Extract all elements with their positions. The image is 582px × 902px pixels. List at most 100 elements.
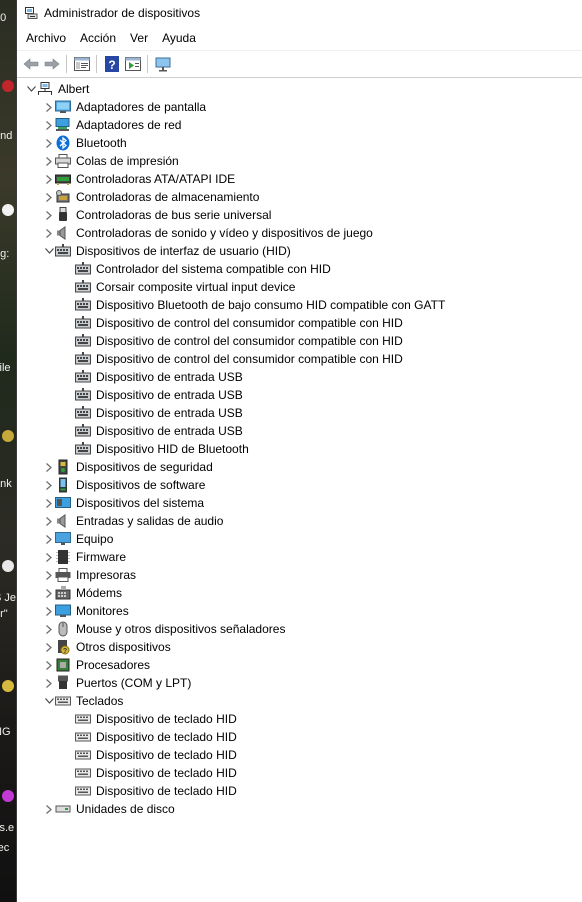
chevron-right-icon[interactable] bbox=[43, 476, 55, 494]
toolbar: ? bbox=[17, 50, 582, 78]
chevron-right-icon[interactable] bbox=[43, 674, 55, 692]
desktop-text-fragment: rec bbox=[0, 842, 10, 854]
keyboard-icon bbox=[75, 783, 91, 799]
tree-category[interactable]: Entradas y salidas de audio bbox=[17, 512, 582, 530]
tree-device[interactable]: Dispositivo Bluetooth de bajo consumo HI… bbox=[17, 296, 582, 314]
tree-category[interactable]: Módems bbox=[17, 584, 582, 602]
menu-ver[interactable]: Ver bbox=[124, 29, 154, 47]
chevron-right-icon[interactable] bbox=[43, 566, 55, 584]
tree-item-label: Dispositivo de control del consumidor co… bbox=[96, 334, 403, 348]
monitor-icon bbox=[55, 603, 71, 619]
device-manager-window: Administrador de dispositivos Archivo Acc… bbox=[16, 0, 582, 902]
tree-device[interactable]: Dispositivo HID de Bluetooth bbox=[17, 440, 582, 458]
hid-icon bbox=[75, 351, 91, 367]
tree-item-label: Módems bbox=[76, 586, 123, 600]
tree-device[interactable]: Controlador del sistema compatible con H… bbox=[17, 260, 582, 278]
tree-category[interactable]: Controladoras de bus serie universal bbox=[17, 206, 582, 224]
display-adapter-icon bbox=[55, 99, 71, 115]
tree-device[interactable]: Dispositivo de teclado HID bbox=[17, 710, 582, 728]
properties-pane-icon[interactable] bbox=[71, 54, 92, 75]
tree-category[interactable]: ? Otros dispositivos bbox=[17, 638, 582, 656]
chevron-right-icon[interactable] bbox=[43, 152, 55, 170]
desktop-text-fragment: end bbox=[0, 130, 13, 142]
tree-device[interactable]: Dispositivo de teclado HID bbox=[17, 746, 582, 764]
chevron-right-icon[interactable] bbox=[43, 800, 55, 818]
tree-category[interactable]: Dispositivos del sistema bbox=[17, 494, 582, 512]
chevron-right-icon[interactable] bbox=[43, 134, 55, 152]
tree-category[interactable]: Firmware bbox=[17, 548, 582, 566]
tree-category[interactable]: Procesadores bbox=[17, 656, 582, 674]
chevron-down-icon[interactable] bbox=[43, 692, 55, 710]
menu-ayuda[interactable]: Ayuda bbox=[156, 29, 202, 47]
chevron-down-icon[interactable] bbox=[43, 242, 55, 260]
chevron-right-icon[interactable] bbox=[43, 224, 55, 242]
tree-root-computer[interactable]: Albert bbox=[17, 80, 582, 98]
tree-category[interactable]: Controladoras de sonido y vídeo y dispos… bbox=[17, 224, 582, 242]
desktop-text-fragment: S Je bbox=[0, 592, 16, 604]
desktop-decoration bbox=[2, 430, 14, 442]
chevron-right-icon[interactable] bbox=[43, 170, 55, 188]
tree-item-label: Monitores bbox=[76, 604, 129, 618]
tree-device[interactable]: Dispositivo de entrada USB bbox=[17, 404, 582, 422]
chevron-right-icon[interactable] bbox=[43, 512, 55, 530]
chevron-right-icon[interactable] bbox=[43, 584, 55, 602]
menu-archivo[interactable]: Archivo bbox=[20, 29, 72, 47]
chevron-right-icon[interactable] bbox=[43, 98, 55, 116]
chevron-right-icon[interactable] bbox=[43, 620, 55, 638]
menu-accion[interactable]: Acción bbox=[74, 29, 122, 47]
chevron-right-icon[interactable] bbox=[43, 206, 55, 224]
forward-arrow-icon[interactable] bbox=[41, 54, 62, 75]
tree-device[interactable]: Dispositivo de control del consumidor co… bbox=[17, 350, 582, 368]
chevron-right-icon[interactable] bbox=[43, 602, 55, 620]
tree-category[interactable]: Adaptadores de pantalla bbox=[17, 98, 582, 116]
chevron-right-icon[interactable] bbox=[43, 638, 55, 656]
chevron-right-icon[interactable] bbox=[43, 116, 55, 134]
chevron-right-icon[interactable] bbox=[43, 458, 55, 476]
tree-device[interactable]: Dispositivo de control del consumidor co… bbox=[17, 332, 582, 350]
tree-item-label: Corsair composite virtual input device bbox=[96, 280, 296, 294]
tree-category[interactable]: Dispositivos de seguridad bbox=[17, 458, 582, 476]
tree-item-label: Dispositivo de teclado HID bbox=[96, 748, 237, 762]
monitor-scan-icon[interactable] bbox=[152, 54, 173, 75]
tree-device[interactable]: Dispositivo de control del consumidor co… bbox=[17, 314, 582, 332]
desktop-decoration bbox=[2, 80, 14, 92]
tree-category[interactable]: Equipo bbox=[17, 530, 582, 548]
update-driver-icon[interactable] bbox=[122, 54, 143, 75]
tree-category[interactable]: Bluetooth bbox=[17, 134, 582, 152]
back-arrow-icon[interactable] bbox=[20, 54, 41, 75]
chevron-right-icon[interactable] bbox=[43, 494, 55, 512]
tree-device[interactable]: Dispositivo de entrada USB bbox=[17, 386, 582, 404]
tree-category[interactable]: Puertos (COM y LPT) bbox=[17, 674, 582, 692]
tree-category[interactable]: Dispositivos de software bbox=[17, 476, 582, 494]
help-icon[interactable]: ? bbox=[101, 54, 122, 75]
tree-category[interactable]: Colas de impresión bbox=[17, 152, 582, 170]
desktop-text-fragment: er" bbox=[0, 608, 8, 620]
chevron-right-icon[interactable] bbox=[43, 656, 55, 674]
print-queue-icon bbox=[55, 153, 71, 169]
tree-item-label: Dispositivo de teclado HID bbox=[96, 784, 237, 798]
tree-item-label: Dispositivo Bluetooth de bajo consumo HI… bbox=[96, 298, 446, 312]
tree-category[interactable]: Mouse y otros dispositivos señaladores bbox=[17, 620, 582, 638]
tree-device[interactable]: Dispositivo de entrada USB bbox=[17, 422, 582, 440]
chevron-right-icon[interactable] bbox=[43, 530, 55, 548]
usb-icon bbox=[55, 207, 71, 223]
chevron-right-icon[interactable] bbox=[43, 548, 55, 566]
tree-device[interactable]: Dispositivo de teclado HID bbox=[17, 782, 582, 800]
tree-item-label: Equipo bbox=[76, 532, 114, 546]
tree-category[interactable]: Controladoras de almacenamiento bbox=[17, 188, 582, 206]
tree-category[interactable]: Monitores bbox=[17, 602, 582, 620]
tree-category[interactable]: Impresoras bbox=[17, 566, 582, 584]
tree-device[interactable]: Corsair composite virtual input device bbox=[17, 278, 582, 296]
tree-device[interactable]: Dispositivo de teclado HID bbox=[17, 728, 582, 746]
chevron-down-icon[interactable] bbox=[25, 80, 37, 98]
tree-category[interactable]: Unidades de disco bbox=[17, 800, 582, 818]
chevron-right-icon[interactable] bbox=[43, 188, 55, 206]
tree-device[interactable]: Dispositivo de teclado HID bbox=[17, 764, 582, 782]
tree-category[interactable]: Controladoras ATA/ATAPI IDE bbox=[17, 170, 582, 188]
tree-device[interactable]: Dispositivo de entrada USB bbox=[17, 368, 582, 386]
keyboard-icon bbox=[75, 711, 91, 727]
tree-category[interactable]: Adaptadores de red bbox=[17, 116, 582, 134]
tree-category[interactable]: Teclados bbox=[17, 692, 582, 710]
tree-category[interactable]: Dispositivos de interfaz de usuario (HID… bbox=[17, 242, 582, 260]
ide-controller-icon bbox=[55, 171, 71, 187]
